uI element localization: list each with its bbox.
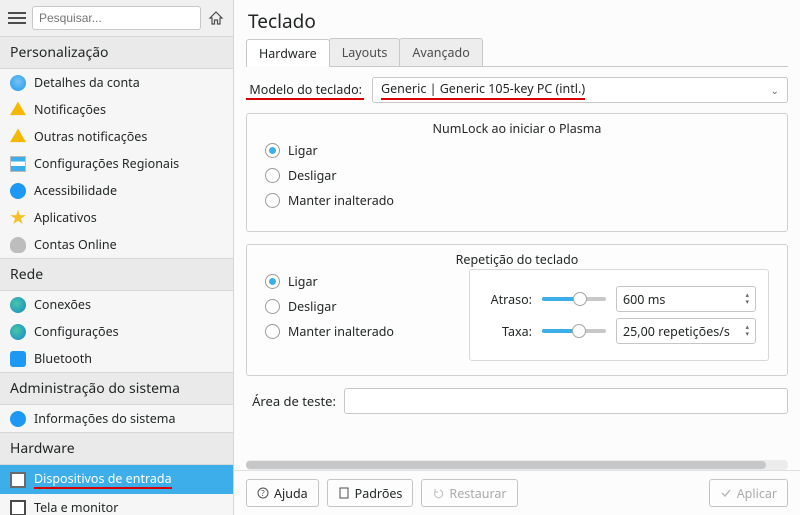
spin-arrows-icon[interactable]: ▴▾ [745,324,749,338]
sidebar-item-label: Notificações [34,101,106,118]
info-icon [10,411,26,427]
sidebar-item-online-accounts[interactable]: Contas Online [0,231,233,258]
sidebar-item-notifications[interactable]: Notificações [0,96,233,123]
repeat-group: Repetição do teclado Ligar Desligar [246,244,788,376]
repeat-radio-on[interactable] [265,274,280,289]
home-button[interactable] [207,9,225,27]
globe-icon [10,324,26,340]
bluetooth-icon [10,351,26,367]
tab-hardware[interactable]: Hardware [246,39,330,67]
spin-arrows-icon[interactable]: ▴▾ [745,292,749,306]
rate-spinbox[interactable]: 25,00 repetições/s ▴▾ [616,318,756,344]
rate-value: 25,00 repetições/s [623,323,730,340]
sidebar-item-account-details[interactable]: Detalhes da conta [0,69,233,96]
page-title: Teclado [234,0,800,38]
undo-icon [432,487,444,499]
sidebar-item-label: Informações do sistema [34,410,176,427]
sidebar-item-label: Conexões [34,296,91,313]
accessibility-icon [10,183,26,199]
defaults-button[interactable]: Padrões [327,479,414,507]
sidebar-item-label: Tela e monitor [34,499,118,515]
sidebar-item-other-notifications[interactable]: Outras notificações [0,123,233,150]
rate-label: Taxa: [482,323,532,340]
repeat-radio-keep[interactable] [265,324,280,339]
sidebar-item-label: Bluetooth [34,350,92,367]
restore-button[interactable]: Restaurar [421,479,517,507]
sidebar-item-label: Contas Online [34,236,117,253]
sidebar-item-connections[interactable]: Conexões [0,291,233,318]
category-hardware: Hardware [0,432,233,465]
sidebar-item-bluetooth[interactable]: Bluetooth [0,345,233,372]
numlock-legend: NumLock ao iniciar o Plasma [247,120,787,137]
delay-value: 600 ms [623,291,665,308]
sidebar-item-input-devices[interactable]: Dispositivos de entrada [0,465,233,494]
sidebar-item-applications[interactable]: Aplicativos [0,204,233,231]
numlock-radio-on-label: Ligar [288,142,318,159]
input-devices-icon [10,472,26,488]
horizontal-scrollbar[interactable] [246,460,788,470]
tab-bar: Hardware Layouts Avançado [246,38,788,67]
sidebar-item-network-settings[interactable]: Configurações [0,318,233,345]
numlock-radio-keep-label: Manter inalterado [288,192,394,209]
tab-advanced[interactable]: Avançado [399,38,482,66]
bell-icon [10,102,26,118]
svg-text:?: ? [261,488,265,499]
keyboard-model-label: Modelo do teclado: [246,81,364,100]
star-icon [10,210,26,226]
repeat-radio-keep-label: Manter inalterado [288,323,394,340]
home-icon [208,10,224,26]
menu-button[interactable] [8,9,26,27]
keyboard-model-combobox[interactable]: Generic | Generic 105-key PC (intl.) ⌄ [372,77,788,103]
sidebar-item-system-info[interactable]: Informações do sistema [0,405,233,432]
category-personalization: Personalização [0,36,233,69]
numlock-radio-on[interactable] [265,143,280,158]
sidebar-item-label: Aplicativos [34,209,97,226]
sidebar-item-label: Outras notificações [34,128,147,145]
numlock-group: NumLock ao iniciar o Plasma Ligar Deslig… [246,113,788,232]
cloud-icon [10,237,26,253]
help-button[interactable]: ? Ajuda [246,479,319,507]
repeat-radio-on-label: Ligar [288,273,318,290]
flag-icon [10,156,26,172]
check-icon [720,487,732,499]
bell-icon [10,129,26,145]
sidebar-item-label: Dispositivos de entrada [34,470,172,489]
document-icon [338,487,350,499]
apply-button[interactable]: Aplicar [709,479,788,507]
numlock-radio-off[interactable] [265,168,280,183]
repeat-legend: Repetição do teclado [247,251,787,268]
sidebar-item-display-monitor[interactable]: Tela e monitor [0,494,233,515]
sidebar-item-label: Acessibilidade [34,182,117,199]
numlock-radio-off-label: Desligar [288,167,336,184]
rate-slider[interactable] [542,329,606,333]
category-network: Rede [0,258,233,291]
chevron-down-icon: ⌄ [771,83,779,97]
help-icon: ? [257,487,269,499]
sidebar-item-accessibility[interactable]: Acessibilidade [0,177,233,204]
test-area-label: Área de teste: [246,392,336,410]
user-icon [10,75,26,91]
repeat-radio-off[interactable] [265,299,280,314]
tab-layouts[interactable]: Layouts [329,38,401,66]
delay-label: Atraso: [482,291,532,308]
numlock-radio-keep[interactable] [265,193,280,208]
keyboard-model-value: Generic | Generic 105-key PC (intl.) [381,80,585,100]
test-area-input[interactable] [344,388,788,414]
globe-icon [10,297,26,313]
repeat-radio-off-label: Desligar [288,298,336,315]
sidebar-item-label: Configurações [34,323,119,340]
sidebar-item-label: Configurações Regionais [34,155,179,172]
category-system-admin: Administração do sistema [0,372,233,405]
delay-spinbox[interactable]: 600 ms ▴▾ [616,286,756,312]
search-input[interactable] [32,6,201,30]
sidebar-item-label: Detalhes da conta [34,74,140,91]
delay-slider[interactable] [542,297,606,301]
sidebar-item-regional-settings[interactable]: Configurações Regionais [0,150,233,177]
monitor-icon [10,500,26,515]
